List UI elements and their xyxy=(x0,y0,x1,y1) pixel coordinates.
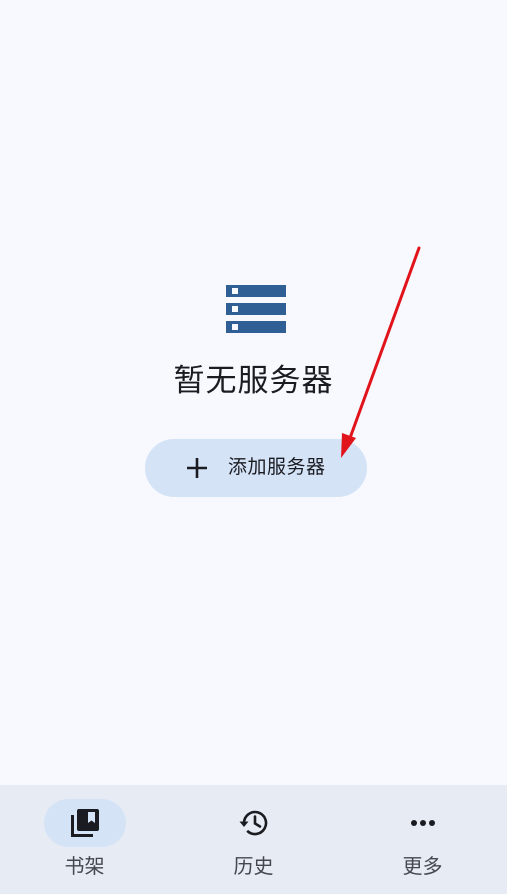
more-horiz-icon xyxy=(410,820,435,826)
nav-item-history[interactable]: 历史 xyxy=(169,785,338,894)
nav-item-more[interactable]: 更多 xyxy=(338,785,507,894)
add-server-label: 添加服务器 xyxy=(228,456,326,478)
history-icon xyxy=(239,810,267,836)
nav-label-history: 历史 xyxy=(233,854,274,878)
server-stack-icon xyxy=(226,285,286,333)
plus-icon xyxy=(187,458,207,478)
nav-label-bookshelf: 书架 xyxy=(64,854,105,878)
nav-label-more: 更多 xyxy=(402,854,443,878)
bottom-navigation: 书架 历史 更多 xyxy=(0,785,507,894)
bookshelf-icon xyxy=(70,809,99,837)
nav-item-bookshelf[interactable]: 书架 xyxy=(0,785,169,894)
app-screen: 暂无服务器 添加服务器 书架 历史 更多 xyxy=(0,0,507,894)
empty-state-title: 暂无服务器 xyxy=(173,363,334,399)
add-server-button[interactable]: 添加服务器 xyxy=(145,439,367,497)
main-content: 暂无服务器 添加服务器 xyxy=(0,0,507,785)
